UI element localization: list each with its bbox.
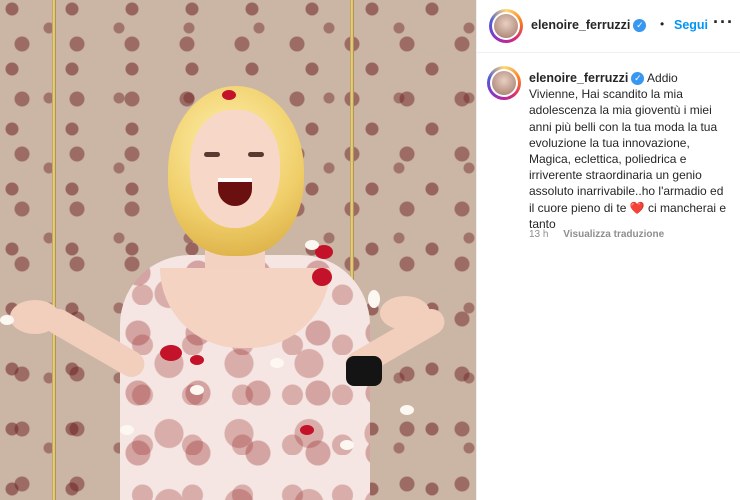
petal <box>368 290 380 308</box>
post-photo[interactable] <box>0 0 476 500</box>
verified-badge-icon: ✓ <box>631 72 645 86</box>
caption-meta: 13 h Visualizza traduzione <box>529 229 664 240</box>
header-username[interactable]: elenoire_ferruzzi ✓ <box>531 18 647 33</box>
post-sidebar: elenoire_ferruzzi ✓ • Segui ··· elenoire_… <box>476 0 740 500</box>
petal <box>270 358 284 368</box>
petal <box>190 355 204 365</box>
petal <box>400 405 414 415</box>
heart-emoji-icon: ❤️ <box>629 200 645 215</box>
timestamp: 13 h <box>529 229 549 240</box>
petal <box>305 240 319 250</box>
petal <box>222 90 236 100</box>
verified-badge-icon: ✓ <box>633 19 647 33</box>
caption-text: Addio Vivienne, Hai scandito la mia adol… <box>529 71 724 215</box>
hand-left <box>10 300 60 334</box>
petal <box>160 345 182 361</box>
more-horizontal-icon[interactable]: ··· <box>713 12 734 33</box>
face <box>190 110 280 228</box>
post-header: elenoire_ferruzzi ✓ • Segui ··· <box>477 0 740 53</box>
petal <box>120 425 134 435</box>
separator-dot: • <box>660 17 665 31</box>
translate-link[interactable]: Visualizza traduzione <box>563 229 664 240</box>
petal <box>300 425 314 435</box>
caption-avatar[interactable] <box>487 66 521 100</box>
petal <box>190 385 204 395</box>
eye-right <box>248 152 264 157</box>
petal <box>0 315 14 325</box>
avatar[interactable] <box>489 9 523 43</box>
post-caption: elenoire_ferruzzi ✓ Addio Vivienne, Hai s… <box>529 70 729 232</box>
eye-left <box>204 152 220 157</box>
caption-username-link[interactable]: elenoire_ferruzzi <box>529 71 628 85</box>
follow-button[interactable]: Segui <box>674 18 708 32</box>
curtain-rod-left <box>52 0 56 500</box>
hand-right <box>380 296 430 330</box>
petal <box>340 440 354 450</box>
petal <box>312 268 332 286</box>
username-link[interactable]: elenoire_ferruzzi <box>531 18 630 32</box>
wristwatch <box>346 356 382 386</box>
